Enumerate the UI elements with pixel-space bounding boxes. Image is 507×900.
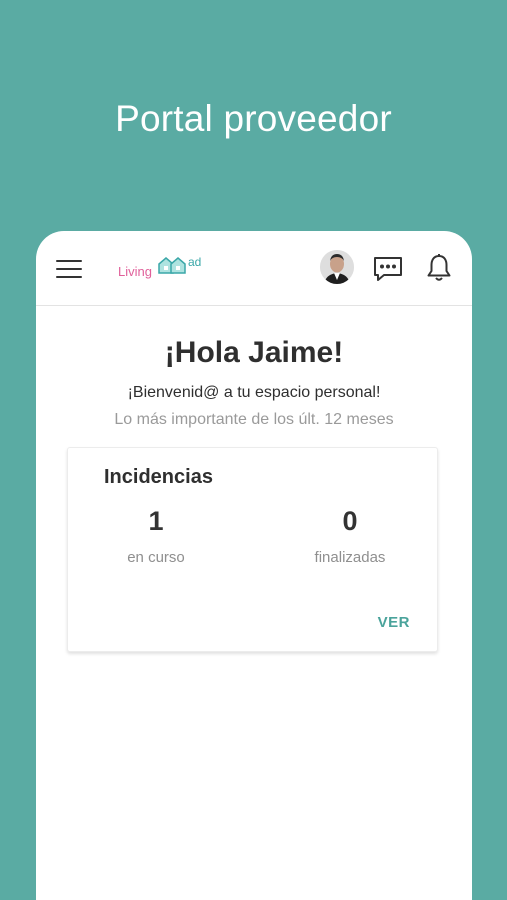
stat-label: en curso xyxy=(127,549,185,566)
menu-icon[interactable] xyxy=(56,260,82,278)
user-avatar[interactable] xyxy=(320,250,354,284)
home-content: ¡Hola Jaime! ¡Bienvenid@ a tu espacio pe… xyxy=(36,336,472,429)
logo-text-ad: ad xyxy=(188,255,202,269)
chat-icon[interactable] xyxy=(372,255,404,283)
stat-value: 0 xyxy=(342,506,358,536)
period-subtitle: Lo más importante de los últ. 12 meses xyxy=(114,411,394,428)
ver-button[interactable]: VER xyxy=(378,614,410,631)
stat-label: finalizadas xyxy=(314,549,386,566)
card-title: Incidencias xyxy=(104,466,213,488)
stat-en-curso: 1 en curso xyxy=(86,506,226,566)
stat-value: 1 xyxy=(148,506,164,536)
promo-title: Portal proveedor xyxy=(115,98,392,139)
bell-icon[interactable] xyxy=(426,253,452,283)
stat-finalizadas: 0 finalizadas xyxy=(280,506,420,566)
logo-text-living: Living xyxy=(118,264,152,279)
app-bar: Living ad xyxy=(36,231,472,306)
greeting-heading: ¡Hola Jaime! xyxy=(164,336,344,369)
house-logo-icon xyxy=(158,257,186,274)
phone-screen: Living ad ¡Hola Jaime! ¡Bienvenid@ a tu … xyxy=(36,231,472,900)
app-logo: Living ad xyxy=(118,253,213,283)
welcome-text: ¡Bienvenid@ a tu espacio personal! xyxy=(127,384,381,401)
incidencias-card: Incidencias 1 en curso 0 finalizadas VER xyxy=(67,447,438,652)
